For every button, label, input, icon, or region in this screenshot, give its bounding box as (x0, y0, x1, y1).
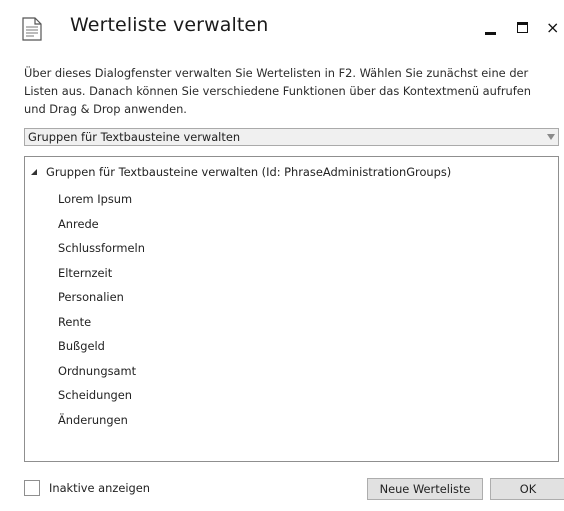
document-icon (22, 17, 42, 41)
tree-item[interactable]: Rente (55, 311, 151, 336)
maximize-button[interactable] (508, 14, 538, 42)
tree-item[interactable]: Scheidungen (55, 384, 151, 409)
close-button[interactable]: × (540, 14, 564, 42)
tree-item[interactable]: Personalien (55, 286, 151, 311)
tree-root-label: Gruppen für Textbausteine verwalten (Id:… (46, 165, 452, 179)
tree-item[interactable]: Schlussformeln (55, 237, 151, 262)
close-icon: × (546, 18, 560, 37)
tree-item[interactable]: Ordnungsamt (55, 360, 151, 385)
list-selector-value: Gruppen für Textbausteine verwalten (28, 130, 241, 144)
new-value-list-button[interactable]: Neue Werteliste (367, 478, 483, 500)
tree-item[interactable]: Elternzeit (55, 262, 151, 287)
tree-item[interactable]: Anrede (55, 213, 151, 238)
minimize-icon (485, 32, 496, 35)
list-selector[interactable]: Gruppen für Textbausteine verwalten (24, 128, 559, 146)
tree-item[interactable]: Bußgeld (55, 335, 151, 360)
title-bar: Werteliste verwalten × (0, 0, 564, 58)
tree-root-node[interactable]: Gruppen für Textbausteine verwalten (Id:… (31, 161, 451, 183)
maximize-icon (517, 22, 528, 33)
tree-children: Lorem Ipsum Anrede Schlussformeln Eltern… (55, 188, 151, 433)
inactive-checkbox[interactable] (24, 480, 40, 496)
collapse-arrow-icon[interactable] (31, 168, 37, 175)
ok-button[interactable]: OK (490, 478, 564, 500)
tree-item[interactable]: Lorem Ipsum (55, 188, 151, 213)
dialog-description: Über dieses Dialogfenster verwalten Sie … (24, 66, 532, 116)
inactive-checkbox-label: Inaktive anzeigen (49, 481, 150, 495)
minimize-button[interactable] (476, 14, 506, 42)
tree-item[interactable]: Änderungen (55, 409, 151, 434)
window-title: Werteliste verwalten (70, 14, 269, 36)
value-list-tree[interactable]: Gruppen für Textbausteine verwalten (Id:… (24, 156, 559, 462)
chevron-down-icon[interactable] (547, 134, 555, 140)
